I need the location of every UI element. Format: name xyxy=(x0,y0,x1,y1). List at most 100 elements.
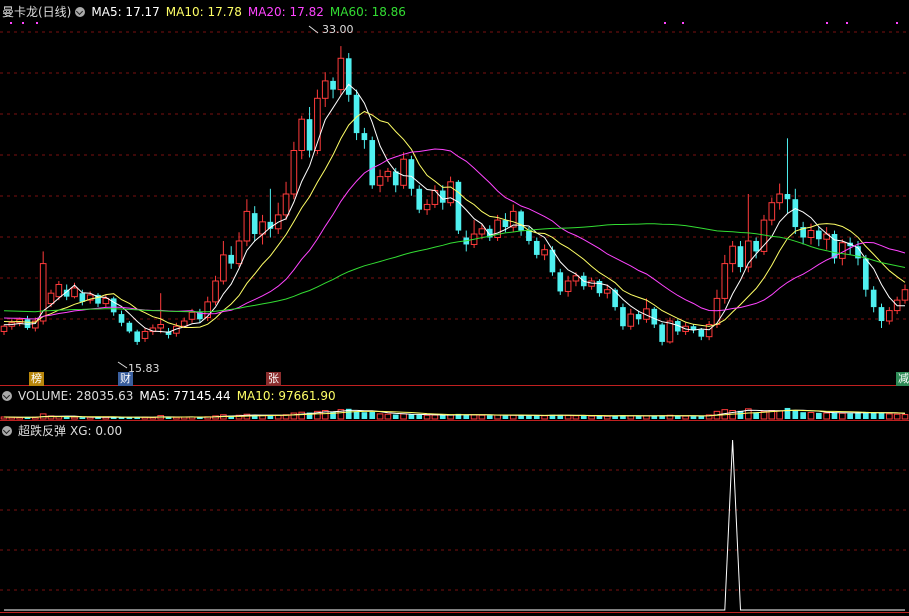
candle-body-down xyxy=(659,324,665,342)
signal-dot xyxy=(846,22,848,24)
event-tag-zhang[interactable]: 张 xyxy=(266,372,281,386)
candle-body-down xyxy=(126,322,133,332)
candle-body-up xyxy=(39,263,47,322)
candle-body-down xyxy=(518,211,524,231)
volume-bar-down xyxy=(580,415,587,419)
signal-dot xyxy=(10,22,12,24)
candle-body-down xyxy=(526,230,532,241)
xg-signal-line xyxy=(4,439,905,611)
volume-bar-down xyxy=(526,415,532,419)
candle-body-up xyxy=(478,228,486,235)
candle-body-down xyxy=(533,240,540,255)
candle-body-up xyxy=(243,210,251,242)
candle-body-down xyxy=(784,194,791,200)
candle-body-down xyxy=(753,240,759,252)
volume-bar-up xyxy=(893,413,901,420)
volume-bar-up xyxy=(298,411,306,420)
candlestick-chart[interactable] xyxy=(0,0,909,616)
candle-body-down xyxy=(620,307,626,327)
volume-bar-down xyxy=(353,411,360,419)
candle-body-up xyxy=(384,170,392,178)
candle-body-down xyxy=(416,188,423,210)
candle-body-up xyxy=(204,301,212,319)
indicator-dropdown-icon[interactable] xyxy=(2,426,12,436)
candle-body-up xyxy=(447,181,454,204)
candle-body-up xyxy=(220,254,227,282)
candle-body-down xyxy=(251,213,258,235)
candle-body-up xyxy=(400,158,407,186)
volume-bar-up xyxy=(400,413,407,420)
candle-body-down xyxy=(408,159,415,189)
volume-bar-up xyxy=(71,416,78,420)
candle-body-down xyxy=(361,133,368,141)
volume-bar-down xyxy=(674,415,681,419)
volume-bar-down xyxy=(79,417,86,419)
candle-body-down xyxy=(792,199,799,228)
ma10-value: MA10: 17.78 xyxy=(165,5,242,19)
candle-body-down xyxy=(330,80,336,90)
volume-bar-down xyxy=(815,412,822,419)
candle-body-up xyxy=(298,118,306,151)
indicator-name[interactable]: 超跌反弹 xyxy=(18,424,66,438)
ma5-value: MA5: 17.17 xyxy=(91,5,160,19)
volume-header: VOLUME: 28035.63 MA5: 77145.44 MA10: 97661… xyxy=(2,387,342,405)
volume-bar-down xyxy=(878,412,885,419)
candle-body-up xyxy=(627,313,635,327)
volume-bar-down xyxy=(847,413,853,419)
volume-bar-up xyxy=(564,415,572,420)
candle-body-down xyxy=(369,140,376,186)
signal-dot xyxy=(36,22,38,24)
volume-ma5-value: MA5: 77145.44 xyxy=(139,389,231,403)
candle-body-up xyxy=(572,275,580,282)
candle-body-up xyxy=(290,150,298,195)
stock-title[interactable]: 曼卡龙(日线) xyxy=(2,5,71,19)
signal-dot xyxy=(664,22,666,24)
volume-bar-up xyxy=(682,415,689,420)
candle-body-down xyxy=(651,308,658,325)
volume-bar-up xyxy=(886,413,893,420)
candle-body-down xyxy=(228,254,235,264)
main-chart-header: 曼卡龙(日线) MA5: 17.17 MA10: 17.78 MA20: 17.82 M… xyxy=(2,3,412,21)
candle-body-up xyxy=(776,193,783,204)
candle-body-up xyxy=(564,280,572,292)
low-pointer xyxy=(117,361,128,369)
volume-bar-up xyxy=(494,414,501,420)
candle-body-up xyxy=(541,249,548,256)
candle-body-up xyxy=(157,324,165,329)
candle-body-down xyxy=(690,326,697,330)
event-tag-jian[interactable]: 减 xyxy=(896,372,909,386)
signal-dot xyxy=(896,22,898,24)
settings-dropdown-icon[interactable] xyxy=(75,7,86,17)
volume-bar-down xyxy=(408,414,415,419)
candle-body-down xyxy=(863,258,869,290)
ma20-value: MA20: 17.82 xyxy=(247,5,324,19)
event-tag-cai[interactable]: 财 xyxy=(118,372,133,386)
candle-body-up xyxy=(0,325,8,332)
volume-ma10-value: MA10: 97661.90 xyxy=(236,389,336,403)
candle-body-down xyxy=(392,171,399,186)
candle-body-up xyxy=(768,202,776,221)
signal-dot xyxy=(826,22,828,24)
volume-bar-down xyxy=(855,412,861,419)
volume-bar-down xyxy=(486,415,493,419)
candle-body-up xyxy=(901,289,909,301)
candle-body-down xyxy=(353,94,360,134)
candle-body-down xyxy=(345,58,352,95)
volume-bar-up xyxy=(376,413,384,420)
candle-body-down xyxy=(878,307,885,322)
volume-bar-down xyxy=(502,415,509,419)
candle-body-down xyxy=(118,314,125,323)
volume-bar-up xyxy=(423,414,431,420)
candle-body-up xyxy=(55,283,63,298)
volume-dropdown-icon[interactable] xyxy=(2,391,12,401)
candle-body-up xyxy=(47,292,55,305)
candle-body-up xyxy=(180,320,188,327)
volume-bar-up xyxy=(431,414,439,420)
volume-bar-down xyxy=(439,415,446,419)
xg-value: XG: 0.00 xyxy=(70,424,123,438)
volume-bar-down xyxy=(792,410,799,419)
candle-body-down xyxy=(737,246,744,268)
volume-bar-down xyxy=(831,412,838,419)
event-tag-bang[interactable]: 榜 xyxy=(29,372,44,386)
candle-body-down xyxy=(79,293,86,302)
